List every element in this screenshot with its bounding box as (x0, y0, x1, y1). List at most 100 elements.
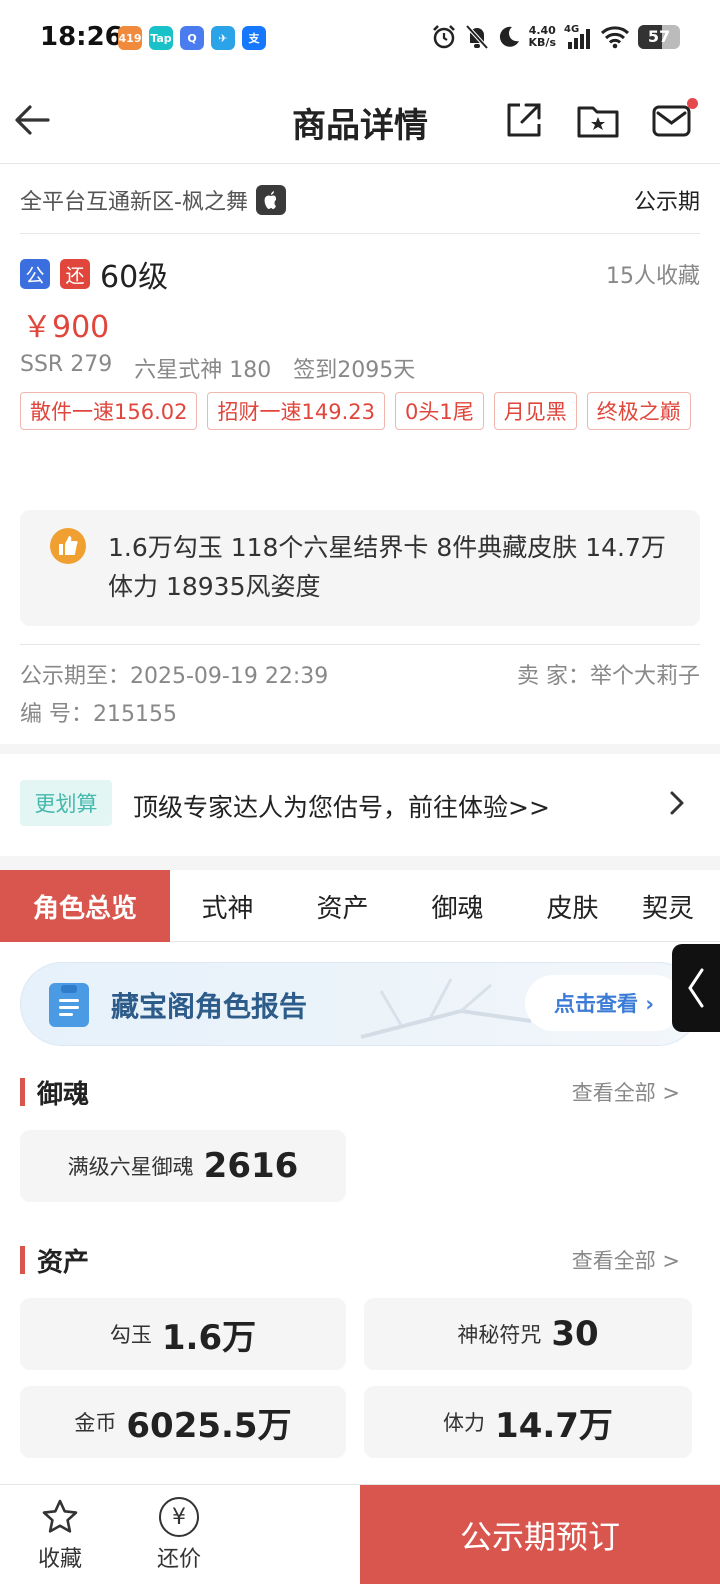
server-row: 全平台互通新区-枫之舞 公示期 (20, 166, 700, 234)
seller-name[interactable]: 卖 家：举个大莉子 (517, 658, 700, 690)
card-value: 1.6万 (161, 1317, 257, 1358)
server-info: 全平台互通新区-枫之舞 (20, 184, 286, 216)
view-report-button[interactable]: 点击查看 › (525, 975, 683, 1031)
feature-tags: 散件一速156.02 招财一速149.23 0头1尾 月见黑 终极之巅 (20, 392, 700, 430)
feature-tag: 终极之巅 (586, 392, 691, 430)
network-speed-unit: KB/s (528, 36, 556, 49)
tab-assets[interactable]: 资产 (285, 870, 400, 942)
feature-tag: 月见黑 (493, 392, 577, 430)
section-accent-bar (20, 1078, 25, 1106)
yuan-coin-icon: ¥ (159, 1497, 199, 1537)
notification-app-icons: 419 Tap Q ✈ 支 (118, 26, 266, 50)
app-notification-icon: 419 (118, 26, 142, 50)
reserve-button[interactable]: 公示期预订 (360, 1485, 720, 1584)
card-value: 14.7万 (495, 1405, 613, 1446)
item-title-row: 公 还 60级 15人收藏 (20, 254, 700, 295)
stat-six-star: 六星式神 180 (134, 358, 272, 383)
tab-yuhun[interactable]: 御魂 (400, 870, 515, 942)
network-speed: 4.40 KB/s (529, 25, 556, 49)
chevron-left-icon (688, 968, 704, 1008)
bargain-button[interactable]: ¥ 还价 (134, 1497, 224, 1573)
card-label: 神秘符咒 (457, 1323, 542, 1347)
card-value: 2616 (203, 1146, 299, 1186)
view-all-yuhun-link[interactable]: 查看全部 > (572, 1077, 680, 1107)
favorite-button[interactable]: 收藏 (15, 1497, 105, 1573)
apple-platform-icon (255, 184, 286, 215)
expert-badge: 更划算 (20, 780, 112, 826)
public-badge: 公 (20, 259, 50, 289)
mute-bell-icon (465, 24, 488, 50)
top-nav-bar: 商品详情 (0, 80, 720, 164)
view-all-assets-link[interactable]: 查看全部 > (572, 1245, 680, 1275)
report-title: 藏宝阁角色报告 (111, 990, 308, 1023)
divider (20, 644, 700, 645)
favorite-label: 收藏 (37, 1547, 82, 1572)
tab-skins[interactable]: 皮肤 (515, 870, 630, 942)
unread-dot (687, 98, 698, 109)
feature-tag: 招财一速149.23 (207, 392, 385, 430)
meta-row: 公示期至：2025-09-19 22:39 卖 家：举个大莉子 (20, 658, 700, 690)
card-label: 勾玉 (109, 1323, 152, 1347)
tab-overview[interactable]: 角色总览 (0, 870, 170, 942)
feature-tag: 散件一速156.02 (20, 392, 198, 430)
public-until: 公示期至：2025-09-19 22:39 (20, 664, 329, 689)
star-icon (42, 1499, 78, 1533)
chevron-right-icon (670, 791, 684, 815)
asset-card-gold: 金币 6025.5万 (20, 1386, 346, 1458)
card-label: 满级六星御魂 (67, 1155, 194, 1179)
tab-shikigami[interactable]: 式神 (170, 870, 285, 942)
stat-ssr: SSR 279 (20, 352, 113, 377)
asset-card-gouyu: 勾玉 1.6万 (20, 1298, 346, 1370)
serial-number: 编 号：215155 (20, 702, 177, 727)
share-icon[interactable] (500, 96, 548, 144)
wifi-icon (600, 26, 630, 49)
cell-signal-icon: 4G (564, 24, 592, 50)
yuhun-card: 满级六星御魂 2616 (20, 1130, 346, 1202)
expert-valuation-banner[interactable]: 更划算 顶级专家达人为您估号，前往体验>> (0, 760, 720, 856)
expert-text: 顶级专家达人为您估号，前往体验>> (133, 793, 550, 822)
bargain-label: 还价 (156, 1547, 201, 1572)
section-accent-bar (20, 1246, 25, 1274)
section-title: 资产 (37, 1247, 90, 1278)
favorite-count: 15人收藏 (606, 264, 700, 289)
item-price: ￥900 (22, 310, 110, 345)
section-gap (0, 856, 720, 870)
detail-tabs: 角色总览 式神 资产 御魂 皮肤 契灵 (0, 870, 720, 942)
listing-status: 公示期 (633, 189, 700, 215)
status-indicators: 4.40 KB/s 4G 57 (431, 24, 680, 50)
card-value: 6025.5万 (126, 1405, 292, 1446)
server-name: 全平台互通新区-枫之舞 (20, 189, 248, 215)
status-time: 18:26 (40, 22, 123, 52)
assets-section-header: 资产 查看全部 > (20, 1240, 680, 1280)
q-app-notification-icon: Q (180, 26, 204, 50)
bargain-badge: 还 (60, 259, 90, 289)
highlight-box: 1.6万勾玉 118个六星结界卡 8件典藏皮肤 14.7万体力 18935风姿度 (20, 510, 700, 626)
role-report-banner[interactable]: 藏宝阁角色报告 点击查看 › (20, 962, 700, 1046)
status-bar: 18:26 419 Tap Q ✈ 支 4.40 KB/s 4G 57 (0, 0, 720, 80)
asset-card-talisman: 神秘符咒 30 (364, 1298, 692, 1370)
yuhun-section-header: 御魂 查看全部 > (20, 1072, 680, 1112)
highlight-text: 1.6万勾玉 118个六星结界卡 8件典藏皮肤 14.7万体力 18935风姿度 (108, 533, 666, 601)
alipay-notification-icon: 支 (242, 26, 266, 50)
card-label: 体力 (443, 1411, 486, 1435)
thumbs-up-icon (50, 528, 86, 564)
message-button[interactable] (648, 96, 698, 144)
feature-tag: 0头1尾 (394, 392, 484, 430)
tab-qiling[interactable]: 契灵 (630, 870, 720, 942)
side-panel-handle[interactable] (672, 944, 720, 1032)
bottom-action-bar: 收藏 ¥ 还价 公示期预订 (0, 1484, 720, 1584)
card-label: 金币 (74, 1411, 117, 1435)
card-value: 30 (551, 1314, 599, 1354)
serial-row: 编 号：215155 (20, 696, 700, 728)
section-gap (0, 744, 720, 754)
do-not-disturb-moon-icon (499, 26, 519, 47)
favorite-folder-icon[interactable] (574, 96, 622, 144)
alarm-icon (432, 25, 455, 49)
asset-card-stamina: 体力 14.7万 (364, 1386, 692, 1458)
item-level: 60级 (100, 260, 169, 295)
battery-level: 57 (647, 27, 671, 46)
stat-checkin: 签到2095天 (293, 358, 416, 383)
section-title: 御魂 (37, 1079, 90, 1110)
taptap-notification-icon: Tap (149, 26, 173, 50)
item-stats: SSR 279 六星式神 180 签到2095天 (20, 352, 415, 384)
